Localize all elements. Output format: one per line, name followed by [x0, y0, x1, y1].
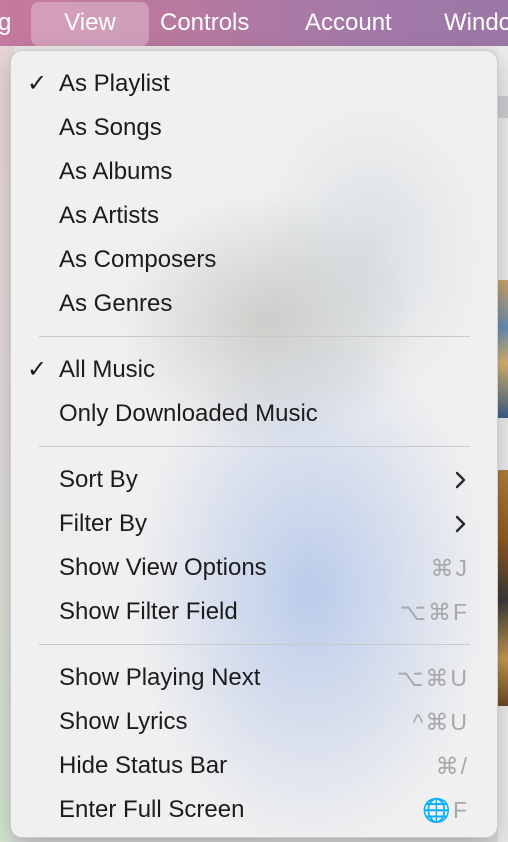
keyboard-shortcut: ^⌘U — [412, 709, 469, 735]
menubar-item-playback-partial[interactable]: g — [0, 0, 11, 46]
menu-item-label: As Artists — [59, 202, 160, 229]
menu-item-label: Enter Full Screen — [59, 796, 245, 823]
menu-item-label: Show Filter Field — [59, 598, 238, 625]
menu-item-show-view-options[interactable]: Show View Options ⌘J — [11, 546, 497, 590]
menu-item-label: Show Lyrics — [59, 708, 188, 735]
menu-item-hide-status-bar[interactable]: Hide Status Bar ⌘/ — [11, 744, 497, 788]
keyboard-shortcut: ⌘J — [430, 555, 469, 581]
menu-item-show-playing-next[interactable]: Show Playing Next ⌥⌘U — [11, 656, 497, 700]
menu-item-sort-by[interactable]: Sort By — [11, 458, 497, 502]
menubar-item-window-partial[interactable]: Windo — [444, 0, 508, 46]
menu-item-enter-full-screen[interactable]: Enter Full Screen 🌐F — [11, 788, 497, 832]
menu-item-show-filter-field[interactable]: Show Filter Field ⌥⌘F — [11, 590, 497, 634]
menu-item-label: Show Playing Next — [59, 664, 261, 691]
chevron-right-icon — [455, 515, 466, 533]
menu-bar: g View Controls Account Windo — [0, 0, 508, 46]
menubar-item-view[interactable]: View — [31, 2, 149, 46]
menu-item-as-albums[interactable]: As Albums — [11, 150, 497, 194]
menu-item-label: As Playlist — [59, 70, 170, 97]
menu-item-label: Filter By — [59, 510, 148, 537]
menu-item-filter-by[interactable]: Filter By — [11, 502, 497, 546]
menu-item-as-composers[interactable]: As Composers — [11, 238, 497, 282]
menu-item-show-lyrics[interactable]: Show Lyrics ^⌘U — [11, 700, 497, 744]
menu-item-label: Sort By — [59, 466, 138, 493]
menu-item-label: Only Downloaded Music — [59, 400, 318, 427]
checkmark-icon: ✓ — [27, 70, 48, 97]
keyboard-shortcut: ⌥⌘U — [396, 665, 469, 691]
menu-item-label: All Music — [59, 356, 156, 383]
menu-separator — [39, 644, 470, 645]
album-artwork-fragment — [497, 280, 508, 418]
checkmark-icon: ✓ — [27, 356, 48, 383]
menubar-item-controls[interactable]: Controls — [160, 0, 249, 46]
menu-item-label: Show View Options — [59, 554, 267, 581]
menu-separator — [39, 446, 470, 447]
menu-item-only-downloaded-music[interactable]: Only Downloaded Music — [11, 392, 497, 436]
background-control-fragment — [497, 96, 508, 118]
menu-item-label: As Genres — [59, 290, 173, 317]
background-window-right-edge — [498, 46, 508, 842]
keyboard-shortcut: ⌥⌘F — [399, 599, 469, 625]
chevron-right-icon — [455, 471, 466, 489]
menu-item-as-songs[interactable]: As Songs — [11, 106, 497, 150]
view-menu: ✓ As Playlist As Songs As Albums As Artists A… — [10, 50, 498, 838]
menu-item-as-genres[interactable]: As Genres — [11, 282, 497, 326]
menubar-item-account[interactable]: Account — [305, 0, 392, 46]
menu-item-label: Hide Status Bar — [59, 752, 228, 779]
keyboard-shortcut: ⌘/ — [435, 753, 469, 779]
menu-item-as-playlist[interactable]: ✓ As Playlist — [11, 62, 497, 106]
keyboard-shortcut: 🌐F — [422, 797, 469, 823]
menu-item-label: As Albums — [59, 158, 173, 185]
menu-item-label: As Songs — [59, 114, 162, 141]
menu-item-as-artists[interactable]: As Artists — [11, 194, 497, 238]
menu-item-all-music[interactable]: ✓ All Music — [11, 348, 497, 392]
album-artwork-fragment — [497, 470, 508, 706]
menu-item-label: As Composers — [59, 246, 217, 273]
menu-separator — [39, 336, 470, 337]
